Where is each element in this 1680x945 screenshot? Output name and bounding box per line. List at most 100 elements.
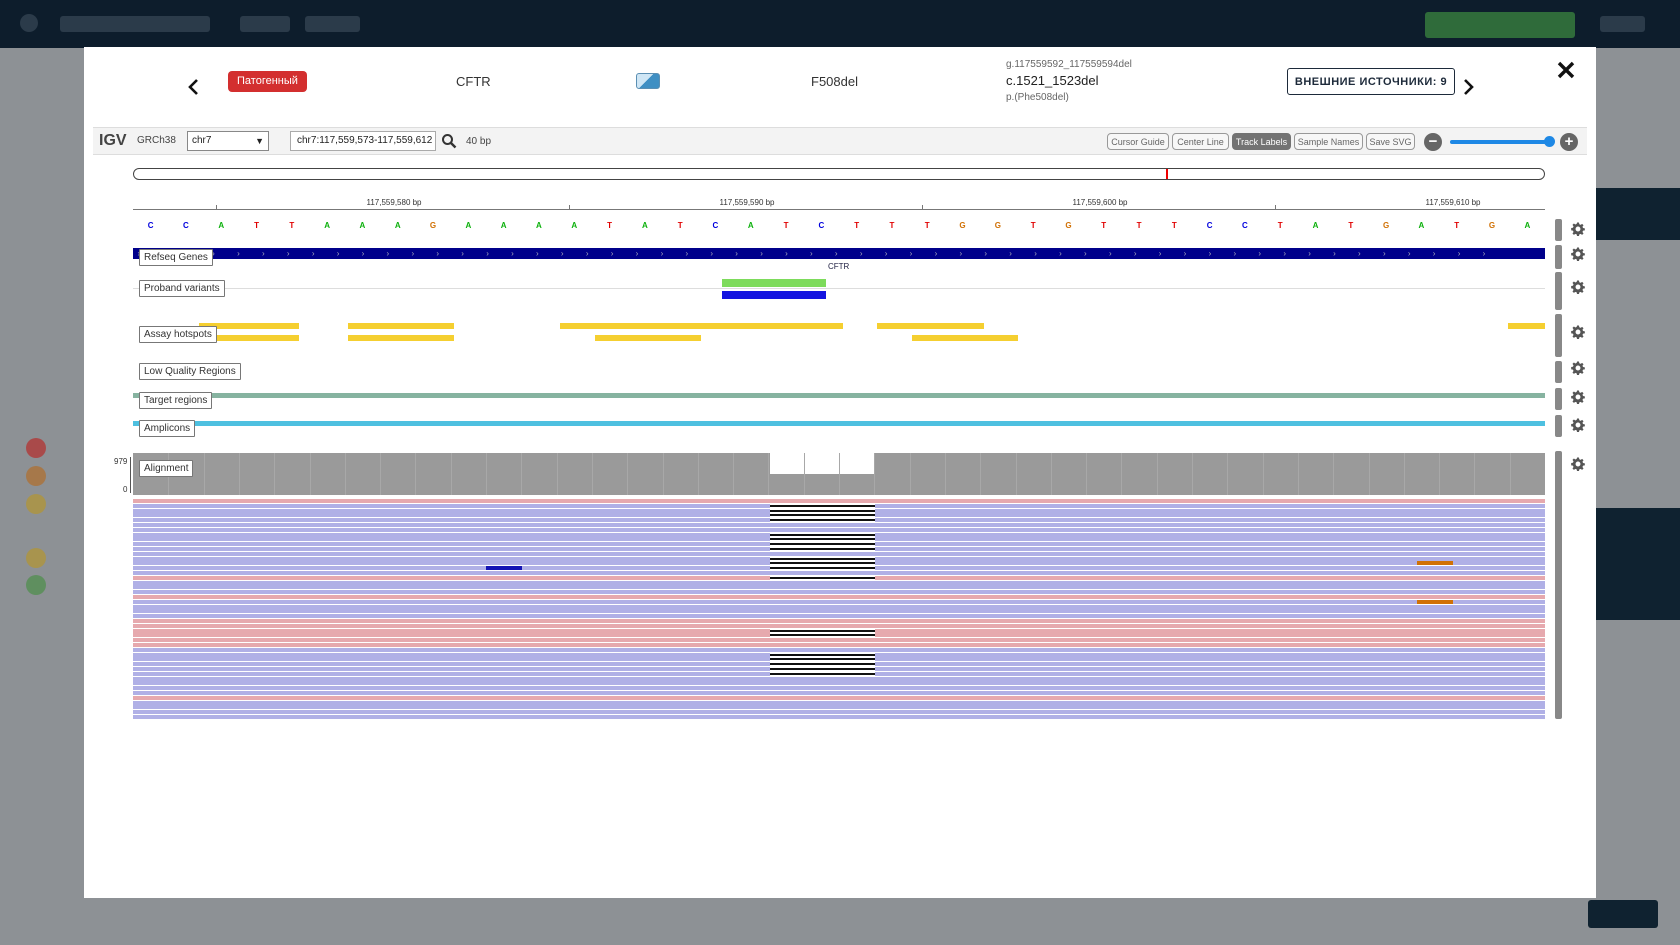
track-settings-gear-icon[interactable] (1571, 390, 1585, 405)
track-labels-button[interactable]: Track Labels (1232, 133, 1291, 150)
save-svg-button[interactable]: Save SVG (1366, 133, 1415, 150)
sequence-base: A (536, 221, 542, 230)
alignment-read[interactable] (133, 619, 1545, 623)
target-region-feature[interactable] (133, 393, 1545, 398)
alignment-read[interactable] (133, 623, 1545, 628)
coverage-column-divider (203, 453, 205, 495)
alignment-read[interactable] (133, 580, 1545, 585)
hotspot-feature[interactable] (595, 335, 701, 341)
alignment-read[interactable] (133, 527, 1545, 532)
hotspot-feature[interactable] (560, 323, 843, 329)
alignment-read[interactable] (133, 575, 1545, 580)
amplicons-track-scrollbar[interactable] (1555, 415, 1562, 437)
hotspots-track-scrollbar[interactable] (1555, 314, 1562, 357)
proband-variant-feature[interactable] (722, 291, 826, 299)
zoom-in-button[interactable]: + (1560, 133, 1578, 151)
alignment-read[interactable] (133, 542, 1545, 547)
alignment-read[interactable] (133, 652, 1545, 657)
track-settings-gear-icon[interactable] (1571, 457, 1585, 472)
alignment-read[interactable] (133, 599, 1545, 604)
center-line-button[interactable]: Center Line (1172, 133, 1229, 150)
hotspot-feature[interactable] (348, 335, 454, 341)
alignment-read[interactable] (133, 518, 1545, 523)
alignment-read[interactable] (133, 614, 1545, 619)
alignment-read[interactable] (133, 523, 1545, 527)
refseq-track-scrollbar[interactable] (1555, 245, 1562, 269)
alignment-read[interactable] (133, 585, 1545, 590)
alignment-read[interactable] (133, 638, 1545, 643)
alignment-read[interactable] (133, 571, 1545, 575)
alignment-read[interactable] (133, 499, 1545, 503)
alignment-read[interactable] (133, 513, 1545, 518)
alignment-read[interactable] (133, 657, 1545, 662)
alignment-read[interactable] (133, 547, 1545, 551)
search-icon[interactable] (441, 133, 457, 149)
alignment-read[interactable] (133, 700, 1545, 705)
zoom-slider[interactable] (1450, 140, 1547, 144)
alignment-read[interactable] (133, 590, 1545, 595)
alignment-read[interactable] (133, 695, 1545, 700)
alignment-read[interactable] (133, 566, 1545, 571)
sequence-base: A (641, 221, 648, 230)
amplicon-feature[interactable] (133, 421, 1545, 426)
track-settings-gear-icon[interactable] (1571, 418, 1585, 433)
close-button[interactable] (1551, 55, 1581, 85)
alignment-read[interactable] (133, 710, 1545, 715)
coverage-track[interactable] (133, 453, 1545, 495)
hotspot-feature[interactable] (1508, 323, 1545, 329)
track-settings-gear-icon[interactable] (1571, 325, 1585, 340)
alignment-read[interactable] (133, 681, 1545, 686)
alignment-read[interactable] (133, 647, 1545, 652)
track-settings-gear-icon[interactable] (1571, 222, 1585, 237)
sequence-base: G (994, 221, 1001, 230)
alignment-track-scrollbar[interactable] (1555, 451, 1562, 719)
cursor-guide-button[interactable]: Cursor Guide (1107, 133, 1169, 150)
alignment-read[interactable] (133, 676, 1545, 681)
alignment-read[interactable] (133, 643, 1545, 647)
alignment-read[interactable] (133, 532, 1545, 537)
hotspot-feature[interactable] (912, 335, 1018, 341)
sample-names-button[interactable]: Sample Names (1294, 133, 1363, 150)
proband-track-scrollbar[interactable] (1555, 272, 1562, 310)
zoom-out-button[interactable]: − (1424, 133, 1442, 151)
zoom-slider-handle[interactable] (1544, 136, 1555, 147)
external-sources-button[interactable]: ВНЕШНИЕ ИСТОЧНИКИ: 9 (1287, 68, 1455, 95)
alignment-read[interactable] (133, 595, 1545, 599)
alignment-read[interactable] (133, 628, 1545, 633)
next-variant-button[interactable] (1454, 67, 1484, 107)
alignment-read[interactable] (133, 715, 1545, 719)
alignment-read[interactable] (133, 671, 1545, 676)
hotspot-feature[interactable] (877, 323, 984, 329)
sequence-track-scrollbar[interactable] (1555, 219, 1562, 241)
alignment-reads[interactable] (133, 499, 1545, 721)
low-quality-track-label: Low Quality Regions (139, 363, 241, 380)
low-quality-track-scrollbar[interactable] (1555, 361, 1562, 383)
alignment-read[interactable] (133, 503, 1545, 508)
chromosome-select[interactable]: chr7 ▼ (187, 131, 269, 151)
alignment-read[interactable] (133, 691, 1545, 695)
locus-input[interactable]: chr7:117,559,573-117,559,612 (290, 131, 436, 151)
alignment-read[interactable] (133, 556, 1545, 561)
alignment-read[interactable] (133, 686, 1545, 691)
ruler-label: 117,559,590 bp (719, 198, 775, 207)
alignment-read[interactable] (133, 705, 1545, 710)
background-status-dot (26, 494, 46, 514)
alignment-read[interactable] (133, 537, 1545, 542)
alignment-read[interactable] (133, 662, 1545, 667)
alignment-read[interactable] (133, 508, 1545, 513)
track-settings-gear-icon[interactable] (1571, 247, 1585, 262)
proband-variant-feature[interactable] (722, 279, 826, 287)
alignment-read[interactable] (133, 561, 1545, 566)
track-settings-gear-icon[interactable] (1571, 280, 1585, 295)
chromosome-ideogram[interactable] (133, 168, 1545, 180)
hotspot-feature[interactable] (348, 323, 454, 329)
previous-variant-button[interactable] (178, 67, 208, 107)
alignment-read[interactable] (133, 609, 1545, 614)
alignment-read[interactable] (133, 633, 1545, 638)
alignment-read[interactable] (133, 551, 1545, 556)
alignment-read[interactable] (133, 667, 1545, 671)
coverage-column-divider (733, 453, 735, 495)
track-settings-gear-icon[interactable] (1571, 361, 1585, 376)
target-track-scrollbar[interactable] (1555, 388, 1562, 410)
alignment-read[interactable] (133, 604, 1545, 609)
